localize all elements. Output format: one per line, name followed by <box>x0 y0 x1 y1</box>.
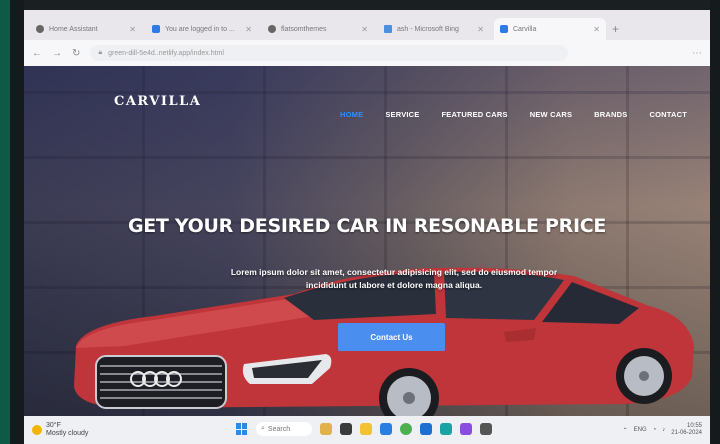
browser-tab[interactable]: Home Assistant ✕ <box>30 18 142 40</box>
weather-widget[interactable]: 30°F Mostly cloudy <box>32 422 88 438</box>
task-view-icon[interactable] <box>340 423 352 435</box>
weather-desc: Mostly cloudy <box>46 430 89 437</box>
github-icon <box>268 25 276 33</box>
close-icon[interactable]: ✕ <box>129 25 136 34</box>
volume-icon[interactable]: ♪ <box>662 427 665 433</box>
browser-tab[interactable]: You are logged in to ... ✕ <box>146 18 258 40</box>
tab-label: You are logged in to ... <box>165 25 235 33</box>
clock-date: 21-06-2024 <box>671 430 702 436</box>
close-icon[interactable]: ✕ <box>593 25 600 34</box>
tab-label: Carvilla <box>513 25 537 33</box>
bing-icon <box>384 25 392 33</box>
browser-tab-active[interactable]: Carvilla ✕ <box>494 18 606 40</box>
app-icon[interactable] <box>460 423 472 435</box>
back-icon[interactable]: ← <box>32 48 42 59</box>
nav-item-service[interactable]: SERVICE <box>385 110 419 119</box>
close-icon[interactable]: ✕ <box>245 25 252 34</box>
taskbar-apps: ⌕ Search <box>236 422 492 436</box>
clock[interactable]: 10:55 21-06-2024 <box>671 423 702 437</box>
contact-us-button[interactable]: Contact Us <box>338 323 445 351</box>
nav-item-contact[interactable]: CONTACT <box>649 110 687 119</box>
close-icon[interactable]: ✕ <box>477 25 484 34</box>
page-icon <box>152 25 160 33</box>
nav-item-home[interactable]: HOME <box>340 110 363 119</box>
lock-icon: 🔒︎ <box>98 49 103 56</box>
clock-time: 10:55 <box>686 423 702 429</box>
windows-start-icon[interactable] <box>236 423 248 435</box>
hero-headline: GET YOUR DESIRED CAR IN RESONABLE PRICE <box>127 215 607 237</box>
chevron-up-icon[interactable]: ⌃ <box>623 427 628 434</box>
hero-subtext: Lorem ipsum dolor sit amet, consectetur … <box>230 267 558 290</box>
widgets-icon[interactable] <box>320 423 332 435</box>
site-logo[interactable]: CARVILLA <box>114 94 201 109</box>
close-icon[interactable]: ✕ <box>361 25 368 34</box>
nav-item-new-cars[interactable]: NEW CARS <box>530 110 572 119</box>
wifi-icon[interactable]: ◔ <box>653 427 657 433</box>
reload-icon[interactable]: ↻ <box>72 48 80 59</box>
edge-icon[interactable] <box>380 423 392 435</box>
tab-label: flatsomthemes <box>281 25 327 33</box>
new-tab-icon[interactable]: + <box>612 22 619 36</box>
browser-toolbar: ← → ↻ 🔒︎ green-dill-5e4d..netlify.app/in… <box>24 40 710 66</box>
browser-tab[interactable]: flatsomthemes ✕ <box>262 18 374 40</box>
address-bar[interactable]: 🔒︎ green-dill-5e4d..netlify.app/index.ht… <box>90 45 569 61</box>
browser-tab[interactable]: ash - Microsoft Bing ✕ <box>378 18 490 40</box>
hero-section: CARVILLA HOME SERVICE FEATURED CARS NEW … <box>24 66 710 416</box>
chrome-icon[interactable] <box>400 423 412 435</box>
address-text: green-dill-5e4d..netlify.app/index.html <box>108 49 224 57</box>
forward-icon[interactable]: → <box>52 48 62 59</box>
github-icon <box>36 25 44 33</box>
weather-temp: 30°F <box>46 422 61 429</box>
tab-label: ash - Microsoft Bing <box>397 25 459 33</box>
vscode-icon[interactable] <box>420 423 432 435</box>
terminal-icon[interactable] <box>480 423 492 435</box>
os-taskbar: 30°F Mostly cloudy ⌕ Search ⌃ ENG ◔ ♪ 10… <box>24 416 710 444</box>
system-tray: ⌃ ENG ◔ ♪ 10:55 21-06-2024 <box>623 423 702 437</box>
main-nav: HOME SERVICE FEATURED CARS NEW CARS BRAN… <box>340 110 687 119</box>
language-indicator[interactable]: ENG <box>634 427 647 433</box>
tab-label: Home Assistant <box>49 25 98 33</box>
weather-icon <box>32 425 42 435</box>
search-placeholder: Search <box>267 425 291 433</box>
file-explorer-icon[interactable] <box>360 423 372 435</box>
nav-item-featured-cars[interactable]: FEATURED CARS <box>442 110 508 119</box>
menu-icon[interactable]: ⋯ <box>692 48 702 59</box>
nav-item-brands[interactable]: BRANDS <box>594 110 627 119</box>
screen: Home Assistant ✕ You are logged in to ...… <box>24 10 710 444</box>
app-icon[interactable] <box>440 423 452 435</box>
monitor-bezel-left <box>0 0 24 444</box>
taskbar-search[interactable]: ⌕ Search <box>256 422 312 436</box>
browser-tabstrip: Home Assistant ✕ You are logged in to ...… <box>24 10 710 40</box>
search-icon: ⌕ <box>261 425 265 432</box>
monitor-bezel-right <box>710 0 720 444</box>
page-icon <box>500 25 508 33</box>
